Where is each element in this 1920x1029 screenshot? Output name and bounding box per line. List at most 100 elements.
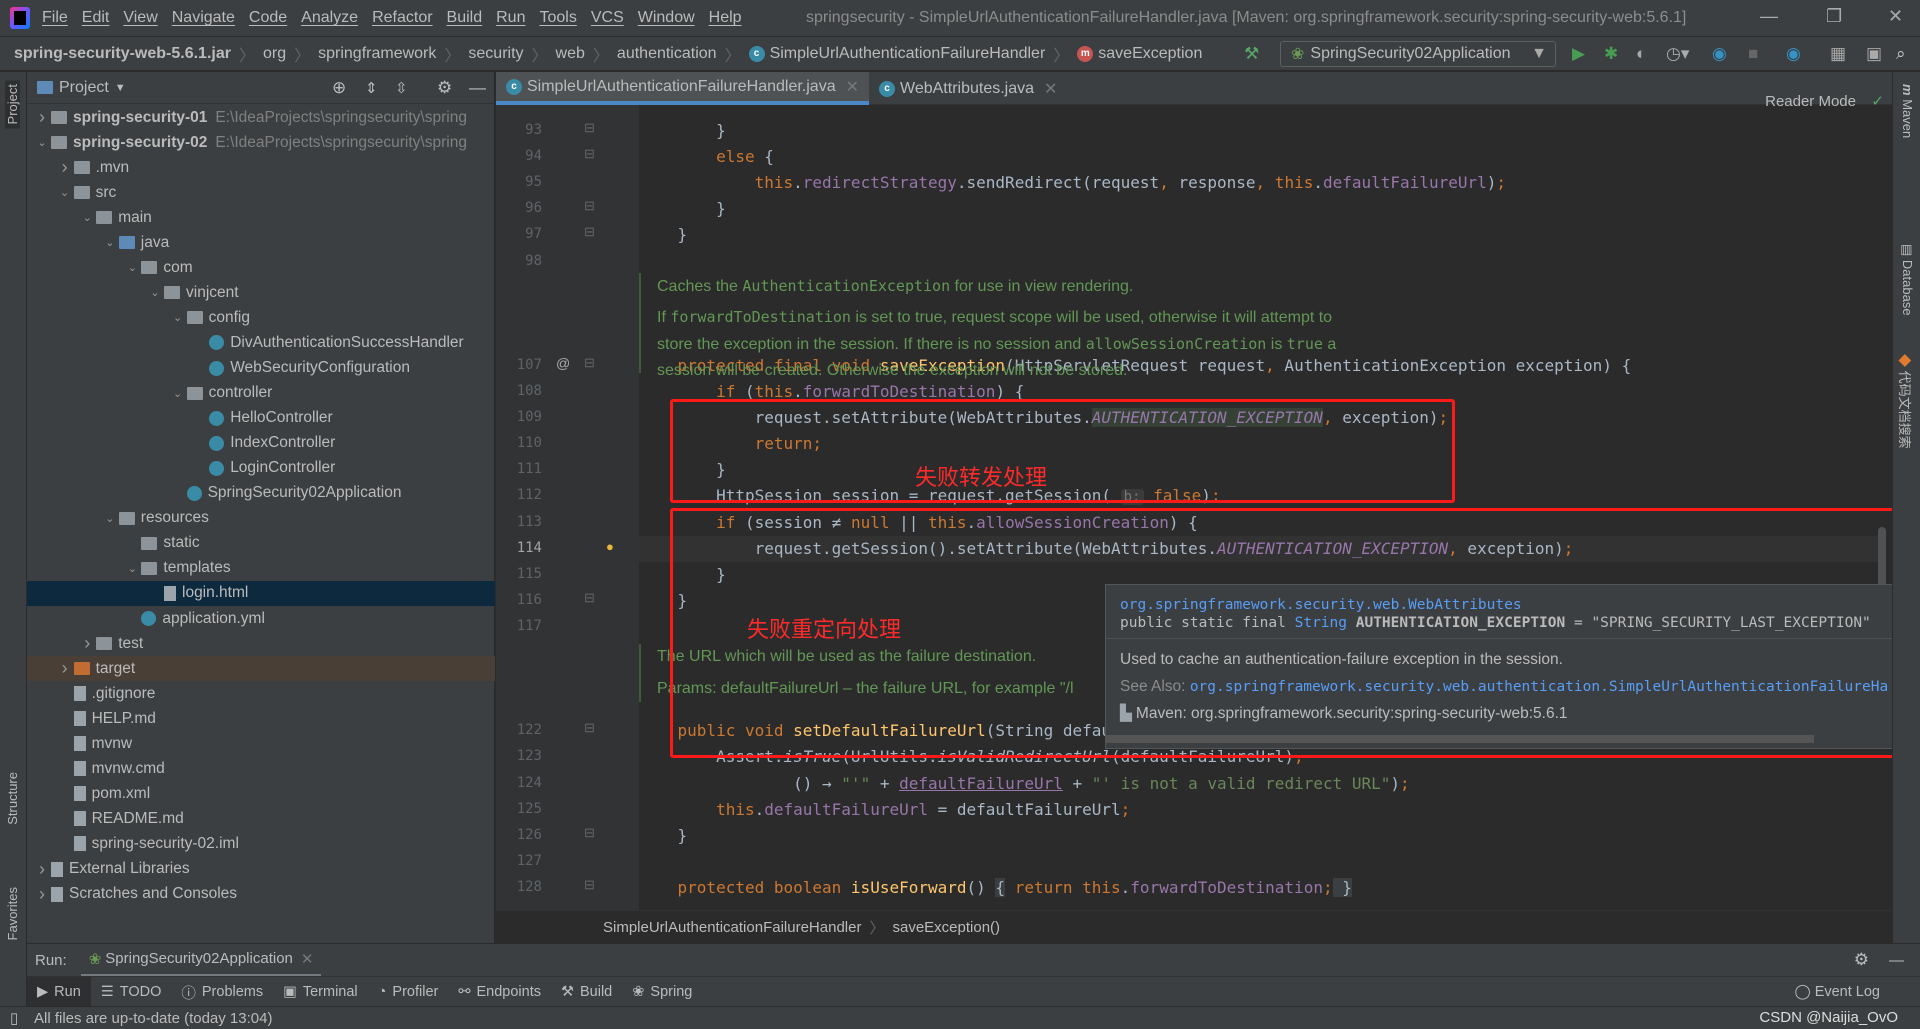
chevron-down-icon[interactable]: ⌄ — [101, 236, 119, 249]
menu-file[interactable]: File — [42, 9, 68, 27]
nav-crumb[interactable]: spring-security-web-5.6.1.jar — [14, 45, 231, 63]
close-icon[interactable]: ✕ — [301, 950, 314, 968]
menu-refactor[interactable]: Refactor — [372, 9, 432, 27]
tool-tab-problems[interactable]: ⓘ Problems — [171, 977, 273, 1008]
debug-icon[interactable]: ✱ — [1604, 44, 1618, 64]
chevron-down-icon[interactable]: ⌄ — [56, 186, 74, 199]
tree-item[interactable]: HELP.md — [27, 706, 495, 731]
gear-icon[interactable]: ⚙ — [437, 78, 452, 98]
code-line[interactable]: } — [639, 222, 688, 248]
tree-item[interactable]: WebSecurityConfiguration — [27, 356, 495, 381]
nav-crumb[interactable]: m saveException — [1077, 45, 1202, 63]
nav-crumb[interactable]: c SimpleUrlAuthenticationFailureHandler — [748, 45, 1045, 63]
tree-item[interactable]: ⌄ main — [27, 205, 495, 230]
run-icon[interactable]: ▶ — [1572, 44, 1585, 64]
tool-tab-build[interactable]: ⚒ Build — [551, 977, 622, 1008]
menu-window[interactable]: Window — [638, 9, 695, 27]
plugin-gauge-icon[interactable]: ◉ — [1712, 44, 1727, 64]
tree-item[interactable]: ⌄ controller — [27, 381, 495, 406]
structure-tool-button[interactable]: Structure — [5, 772, 20, 825]
run-configuration-select[interactable]: ❀ SpringSecurity02Application ▼ — [1280, 41, 1556, 67]
nav-crumb[interactable]: springframework — [318, 45, 436, 63]
tree-item[interactable]: login.html — [27, 580, 495, 606]
menu-navigate[interactable]: Navigate — [172, 9, 235, 27]
expand-all-icon[interactable]: ⇕ — [365, 79, 378, 97]
tree-item[interactable]: ⌄ spring-security-02 E:\IdeaProjects\sprin… — [27, 130, 495, 155]
tree-item[interactable]: IndexController — [27, 431, 495, 456]
tree-item[interactable]: › .mvn — [27, 155, 495, 180]
code-line[interactable]: () → "'" + defaultFailureUrl + "' is not… — [639, 771, 1410, 797]
menu-help[interactable]: Help — [709, 9, 742, 27]
chevron-down-icon[interactable]: ⌄ — [169, 311, 187, 324]
tool-tab-terminal[interactable]: ▣ Terminal — [273, 977, 368, 1008]
sig-type[interactable]: String — [1295, 615, 1347, 631]
code-line[interactable]: } — [639, 196, 726, 222]
menu-analyze[interactable]: Analyze — [301, 9, 358, 27]
tool-tab-spring[interactable]: ❀ Spring — [622, 977, 702, 1008]
project-tool-button[interactable]: Project — [5, 80, 20, 129]
minimize-button[interactable]: — — [1760, 6, 1778, 27]
database-tool-button[interactable]: ▤ Database — [1899, 244, 1915, 316]
chevron-right-icon[interactable]: › — [33, 859, 51, 880]
tree-item[interactable]: application.yml — [27, 606, 495, 631]
tree-item[interactable]: mvnw.cmd — [27, 756, 495, 781]
chevron-down-icon[interactable]: ⌄ — [101, 512, 119, 525]
tree-item[interactable]: › External Libraries — [27, 857, 495, 882]
code-line[interactable]: else { — [639, 144, 774, 170]
menu-code[interactable]: Code — [249, 9, 287, 27]
tree-item[interactable]: .gitignore — [27, 681, 495, 706]
event-log-button[interactable]: ◯ Event Log — [1794, 984, 1880, 1000]
run-tab[interactable]: ❀ SpringSecurity02Application ✕ — [80, 944, 322, 977]
terminal-window-icon[interactable]: ▣ — [1866, 44, 1882, 64]
chevron-down-icon[interactable]: ⌄ — [146, 286, 164, 299]
menu-build[interactable]: Build — [447, 9, 483, 27]
tree-item[interactable]: ⌄ config — [27, 305, 495, 330]
tree-item[interactable]: ⌄ src — [27, 180, 495, 205]
profile-icon[interactable]: ◷▾ — [1666, 44, 1689, 64]
code-line[interactable]: } — [639, 118, 726, 144]
tree-item[interactable]: spring-security-02.iml — [27, 831, 495, 856]
code-line[interactable]: this.redirectStrategy.sendRedirect(reque… — [639, 170, 1506, 196]
code-line[interactable]: this.defaultFailureUrl = defaultFailureU… — [639, 797, 1130, 823]
horizontal-scrollbar[interactable] — [1106, 735, 1814, 743]
chevron-right-icon[interactable]: › — [56, 658, 74, 679]
restore-button[interactable]: ❐ — [1826, 6, 1842, 27]
tree-item[interactable]: › Scratches and Consoles — [27, 882, 495, 907]
tree-item[interactable]: mvnw — [27, 731, 495, 756]
menu-edit[interactable]: Edit — [82, 9, 110, 27]
collapse-all-icon[interactable]: ⇳ — [395, 79, 408, 97]
coverage-icon[interactable]: ◐ — [1636, 44, 1646, 64]
chevron-right-icon[interactable]: › — [33, 107, 51, 128]
chevron-right-icon[interactable]: › — [33, 884, 51, 905]
project-structure-icon[interactable]: ▦ — [1830, 44, 1846, 64]
chevron-down-icon[interactable]: ⌄ — [123, 562, 141, 575]
doc-search-plugin-button[interactable]: ◆ 代码文档搜索 — [1896, 354, 1915, 449]
menu-tools[interactable]: Tools — [539, 9, 576, 27]
doc-class-link[interactable]: org.springframework.security.web.WebAttr… — [1120, 597, 1915, 613]
tree-item[interactable]: ⌄ resources — [27, 506, 495, 531]
tree-item[interactable]: DivAuthenticationSuccessHandler — [27, 330, 495, 355]
tree-item[interactable]: › spring-security-01 E:\IdeaProjects\sprin… — [27, 105, 495, 130]
breadcrumb-class[interactable]: SimpleUrlAuthenticationFailureHandler — [603, 919, 861, 936]
tree-item[interactable]: › test — [27, 631, 495, 656]
code-line[interactable]: } — [639, 823, 688, 849]
search-icon[interactable]: ⌕ — [1896, 44, 1906, 64]
hide-icon[interactable]: — — [1889, 952, 1904, 969]
chevron-right-icon[interactable]: › — [56, 157, 74, 178]
chevron-down-icon[interactable]: ⌄ — [123, 261, 141, 274]
plugin-gauge-icon-2[interactable]: ◉ — [1786, 44, 1801, 64]
tool-tab-endpoints[interactable]: ⚯ Endpoints — [448, 977, 551, 1008]
tool-tab-run[interactable]: ▶ Run — [27, 976, 91, 1008]
tree-item[interactable]: pom.xml — [27, 781, 495, 806]
gear-icon[interactable]: ⚙ — [1854, 950, 1869, 970]
build-hammer-icon[interactable]: ⚒ — [1244, 44, 1259, 64]
menu-view[interactable]: View — [123, 9, 157, 27]
nav-crumb[interactable]: authentication — [617, 45, 717, 63]
favorites-tool-button[interactable]: Favorites — [5, 887, 20, 940]
stop-icon[interactable]: ■ — [1748, 44, 1758, 64]
chevron-down-icon[interactable]: ▼ — [115, 82, 126, 94]
close-window-button[interactable]: ✕ — [1888, 6, 1903, 27]
tree-item[interactable]: ⌄ templates — [27, 556, 495, 581]
tree-item[interactable]: HelloController — [27, 406, 495, 431]
nav-crumb[interactable]: web — [556, 45, 585, 63]
